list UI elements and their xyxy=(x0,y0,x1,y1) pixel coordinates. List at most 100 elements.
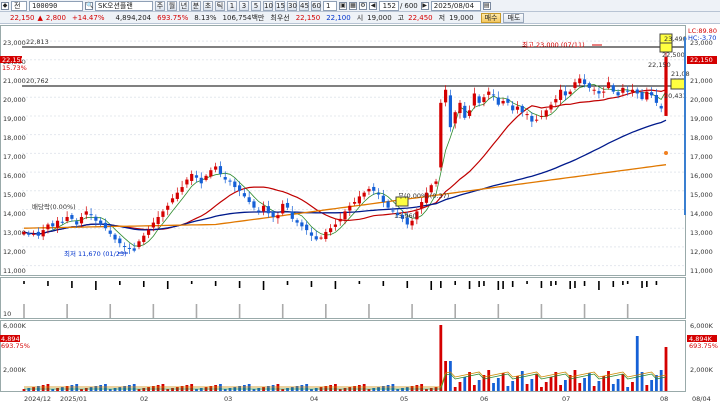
y-tick-label-right: 20,000 xyxy=(690,96,713,104)
market-select[interactable]: 전 xyxy=(11,0,27,11)
candle-body xyxy=(84,211,88,215)
candle-body xyxy=(616,92,620,96)
volume-bar xyxy=(99,385,103,391)
indicator-bar xyxy=(612,281,615,287)
period-tick-button[interactable]: 틱 xyxy=(215,0,225,11)
change-pct-tag: 15.73% xyxy=(2,64,27,72)
lock-icon[interactable]: ▣ xyxy=(339,1,347,10)
stock-chart[interactable]: 23,000 22,000 21,000 20,000 19,000 18,00… xyxy=(0,25,720,404)
candle-body xyxy=(257,210,261,212)
candle-body xyxy=(463,105,467,118)
volume-bar xyxy=(530,379,534,391)
buy-button[interactable]: 매수 xyxy=(480,12,502,23)
interval-60-button[interactable]: 60 xyxy=(311,0,321,11)
volume-bar xyxy=(142,388,146,391)
multiplier-input[interactable]: 1 xyxy=(323,0,337,11)
y-tick-label: 14,000 xyxy=(3,210,26,218)
indicator-bar-secondary xyxy=(497,304,500,318)
candle-body xyxy=(362,192,366,197)
candle-body xyxy=(170,198,175,203)
candle-body xyxy=(223,177,227,180)
indicator-bar xyxy=(119,281,121,285)
volume-bar xyxy=(386,385,390,391)
volume-bar xyxy=(573,370,577,391)
candle-body xyxy=(190,173,194,181)
indicator-bar xyxy=(622,281,624,285)
interval-30-button[interactable]: 30 xyxy=(287,0,297,11)
interval-3-button[interactable]: 3 xyxy=(239,0,249,11)
period-second-button[interactable]: 초 xyxy=(203,0,213,11)
volume-bar xyxy=(161,384,165,391)
volume-bar xyxy=(640,372,644,391)
interval-5-button[interactable]: 5 xyxy=(251,0,261,11)
indicator-bar xyxy=(497,281,500,290)
volume-bar xyxy=(535,374,539,391)
indicator-bar xyxy=(440,281,442,288)
candle-body xyxy=(582,79,587,85)
current-marker[interactable] xyxy=(670,78,686,90)
candle-body xyxy=(242,193,246,197)
price-annotation: 22,150 xyxy=(648,61,671,69)
settings-icon[interactable]: ⚙ xyxy=(359,1,367,10)
hc-value: HC:-3.70 xyxy=(688,34,716,42)
period-month-button[interactable]: 월 xyxy=(167,0,177,11)
high-annotation: 최고 23,000 (07/11) xyxy=(522,40,585,49)
indicator-bar-secondary xyxy=(195,304,198,318)
stock-code-input[interactable]: 100090 xyxy=(29,0,83,11)
candle-body xyxy=(530,115,534,122)
candle-body xyxy=(60,221,64,223)
candle-body xyxy=(233,181,237,188)
bar-count-input[interactable]: 152 xyxy=(379,0,399,11)
chart-type-icon[interactable]: ▦ xyxy=(349,1,357,10)
period-year-button[interactable]: 년 xyxy=(179,0,189,11)
date-input[interactable]: 2025/08/04 xyxy=(430,0,481,11)
price-annotation: 13,960 xyxy=(394,212,417,220)
indicator-pane[interactable] xyxy=(0,277,686,319)
volume-bar xyxy=(453,387,457,391)
indicator-bar xyxy=(142,281,145,287)
candle-body xyxy=(127,247,132,249)
interval-15-button[interactable]: 15 xyxy=(275,0,285,11)
interval-45-button[interactable]: 45 xyxy=(299,0,309,11)
candle-body xyxy=(295,220,299,223)
stock-name-field[interactable]: SK오션플랜 xyxy=(95,0,153,11)
candle-body xyxy=(501,100,505,104)
candle-body xyxy=(290,211,294,219)
calendar-icon[interactable]: ▤ xyxy=(482,1,491,10)
price-annotation: 21,08 xyxy=(671,70,690,78)
candle-body xyxy=(70,215,74,219)
period-minute-button[interactable]: 분 xyxy=(191,0,201,11)
indicator-bar-secondary xyxy=(583,304,586,318)
candle-body xyxy=(194,175,199,178)
candle-body xyxy=(314,236,318,240)
interval-1-button[interactable]: 1 xyxy=(227,0,237,11)
interval-10-button[interactable]: 10 xyxy=(263,0,273,11)
scroll-left-icon[interactable]: ◀ xyxy=(369,1,377,10)
search-icon[interactable]: 🔍 xyxy=(85,1,93,10)
scroll-right-icon[interactable]: ▶ xyxy=(420,1,429,10)
bid-price: 22,150 xyxy=(295,13,321,22)
open-price: 19,000 xyxy=(367,13,392,22)
price-change-pct: +14.47% xyxy=(71,13,105,22)
indicator-bar xyxy=(502,281,504,289)
pin-icon[interactable]: ◆ xyxy=(1,1,9,10)
volume-bar xyxy=(75,384,79,391)
candle-body xyxy=(453,112,457,124)
y-tick-label: 13,000 xyxy=(3,229,26,237)
volume-bar xyxy=(463,377,467,391)
quote-bar: 22,150 ▲ 2,800 +14.47% 4,894,204 693.75%… xyxy=(0,12,720,24)
price-pane[interactable] xyxy=(0,25,686,276)
volume-bar xyxy=(664,347,668,391)
indicator-bar-secondary xyxy=(152,304,155,318)
volume-bar xyxy=(27,388,31,391)
candle-body xyxy=(89,214,93,216)
volume-bar xyxy=(128,385,131,391)
candle-body xyxy=(94,216,98,221)
volume-bar xyxy=(429,388,433,391)
volume-pane[interactable] xyxy=(0,320,686,392)
sell-button[interactable]: 매도 xyxy=(503,12,525,23)
volume-bar xyxy=(439,325,443,391)
open-label: 시 xyxy=(356,13,364,22)
hline-label: 20,762 xyxy=(26,77,49,85)
period-week-button[interactable]: 주 xyxy=(155,0,165,11)
